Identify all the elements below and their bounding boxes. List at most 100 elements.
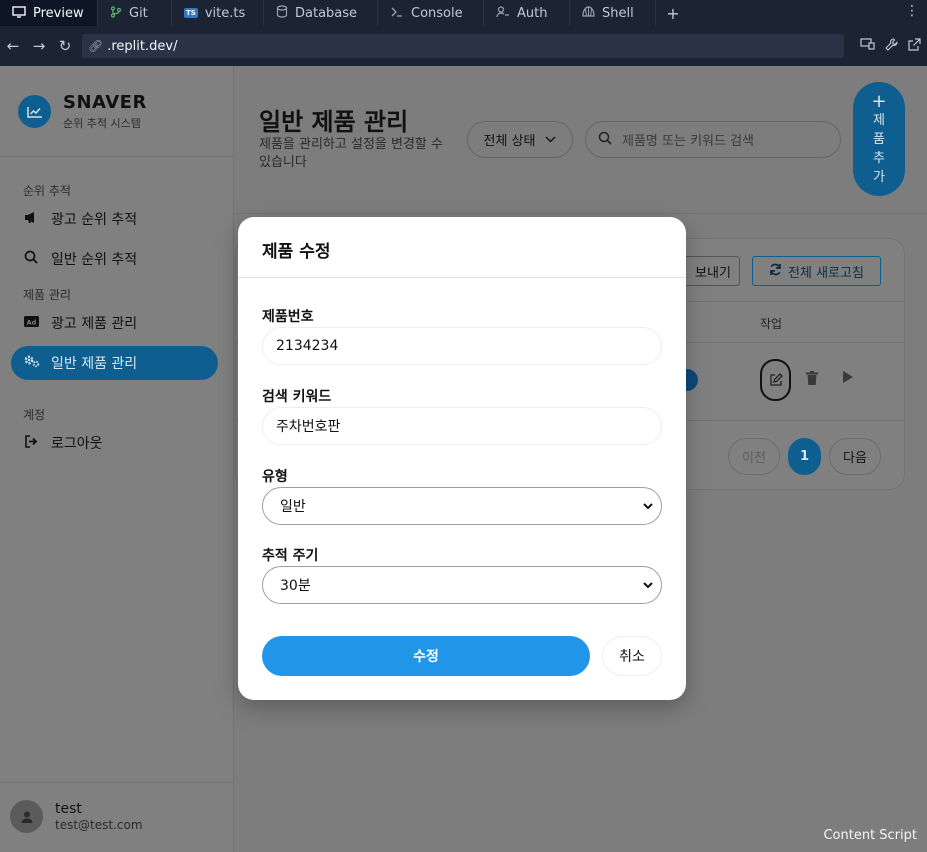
page-title: 일반 제품 관리 — [259, 108, 409, 136]
sidebar-item-label: 일반 순위 추적 — [51, 252, 138, 268]
section-account: 계정 — [23, 408, 46, 422]
user-name: test — [55, 801, 82, 817]
chevron-down-icon — [545, 132, 556, 147]
add-button-char: 제 — [873, 112, 885, 128]
brand: SNAVER 순위 추적 시스템 — [18, 92, 147, 131]
ide-tab-bar: Preview Git TS vite.ts Database Console … — [0, 0, 927, 26]
pagination-prev-button[interactable]: 이전 — [728, 438, 780, 475]
pagination-next-button[interactable]: 다음 — [829, 438, 881, 475]
user-profile: test test@test.com — [10, 800, 143, 833]
sidebar-item-general-rank[interactable]: 일반 순위 추적 — [11, 242, 218, 276]
search-placeholder: 제품명 또는 키워드 검색 — [622, 134, 754, 149]
add-button-char: 추 — [873, 150, 885, 166]
pagination-page-button[interactable]: 1 — [788, 438, 821, 475]
chart-line-icon — [18, 95, 51, 128]
search-input[interactable]: 제품명 또는 키워드 검색 — [585, 121, 841, 158]
interval-value: 30분 — [280, 578, 311, 594]
edit-product-modal: 제품 수정 제품번호 2134234 검색 키워드 주차번호판 유형 일반 추적… — [238, 217, 686, 700]
tab-console[interactable]: Console — [378, 0, 484, 26]
status-filter-select[interactable]: 전체 상태 — [467, 121, 573, 158]
user-key-icon — [496, 5, 510, 21]
new-tab-plus-icon[interactable]: + — [656, 4, 690, 23]
product-number-input[interactable]: 2134234 — [262, 327, 662, 365]
url-field[interactable]: 🔗︎ .replit.dev/ — [82, 34, 844, 58]
type-label: 유형 — [262, 469, 288, 485]
refresh-all-button[interactable]: 전체 새로고침 — [752, 256, 881, 286]
page-header: 일반 제품 관리 제품을 관리하고 설정을 변경할 수 있습니다 전체 상태 제… — [235, 66, 927, 214]
sidebar-item-general-products[interactable]: 일반 제품 관리 — [11, 346, 218, 380]
sidebar-item-ad-products[interactable]: Ad 광고 제품 관리 — [11, 306, 218, 340]
divider — [238, 277, 686, 278]
interval-select[interactable]: 30분 — [262, 566, 662, 604]
logout-icon — [23, 434, 39, 452]
brand-subtitle: 순위 추적 시스템 — [63, 117, 141, 130]
play-icon[interactable] — [842, 371, 853, 386]
url-tools — [860, 38, 921, 55]
keyword-label: 검색 키워드 — [262, 389, 332, 405]
database-icon — [276, 5, 288, 21]
chevron-down-icon — [642, 497, 654, 518]
content-script-label: Content Script — [823, 828, 917, 843]
page-description: 제품을 관리하고 설정을 변경할 수 있습니다 — [259, 137, 443, 170]
submit-button[interactable]: 수정 — [262, 636, 590, 676]
plus-icon: + — [871, 90, 887, 112]
terminal-icon — [390, 6, 404, 21]
tab-auth[interactable]: Auth — [484, 0, 570, 26]
divider — [0, 156, 234, 157]
modal-title: 제품 수정 — [262, 242, 331, 262]
column-header-action: 작업 — [760, 317, 783, 331]
section-rank-tracking: 순위 추적 — [23, 184, 71, 198]
tab-label: vite.ts — [204, 5, 246, 21]
add-button-char: 품 — [873, 131, 885, 147]
devices-icon[interactable] — [860, 38, 875, 55]
tab-label: Shell — [602, 5, 634, 21]
trash-icon[interactable] — [806, 371, 818, 389]
add-button-char: 가 — [873, 169, 885, 185]
gears-icon — [23, 354, 40, 372]
open-external-icon[interactable] — [908, 38, 921, 55]
sidebar: SNAVER 순위 추적 시스템 순위 추적 광고 순위 추적 일반 순위 추적… — [0, 66, 234, 852]
tab-vite-ts[interactable]: TS vite.ts — [172, 0, 264, 26]
type-select[interactable]: 일반 — [262, 487, 662, 525]
monitor-icon — [12, 5, 26, 21]
sidebar-item-label: 일반 제품 관리 — [51, 356, 138, 372]
tab-label: Preview — [33, 5, 84, 21]
link-icon: 🔗︎ — [88, 39, 104, 53]
keyword-value: 주차번호판 — [276, 419, 341, 435]
url-text: .replit.dev/ — [107, 38, 178, 54]
tab-database[interactable]: Database — [264, 0, 378, 26]
ad-icon: Ad — [23, 315, 39, 331]
type-value: 일반 — [280, 499, 306, 515]
sidebar-item-ad-rank[interactable]: 광고 순위 추적 — [11, 202, 218, 236]
wrench-icon[interactable] — [885, 38, 898, 55]
sidebar-item-label: 광고 순위 추적 — [51, 212, 138, 228]
tab-label: Git — [129, 5, 148, 21]
typescript-file-icon: TS — [184, 8, 198, 18]
url-bar: ← → ↻ 🔗︎ .replit.dev/ — [0, 26, 927, 66]
git-branch-icon — [110, 5, 122, 21]
sidebar-item-label: 로그아웃 — [51, 436, 103, 452]
tab-git[interactable]: Git — [98, 0, 172, 26]
product-number-value: 2134234 — [276, 338, 339, 354]
cancel-button[interactable]: 취소 — [602, 636, 662, 676]
back-arrow-icon[interactable]: ← — [0, 37, 26, 55]
refresh-label: 전체 새로고침 — [788, 265, 864, 281]
forward-arrow-icon[interactable]: → — [26, 37, 52, 55]
tab-preview[interactable]: Preview — [0, 0, 98, 26]
svg-text:Ad: Ad — [26, 318, 36, 326]
edit-icon[interactable] — [760, 359, 791, 401]
status-filter-value: 전체 상태 — [483, 134, 536, 149]
user-email: test@test.com — [55, 818, 143, 832]
more-vertical-icon[interactable]: ⋮ — [905, 3, 919, 19]
keyword-input[interactable]: 주차번호판 — [262, 407, 662, 445]
tab-shell[interactable]: Shell — [570, 0, 656, 26]
shell-icon — [582, 5, 595, 21]
row-status-badge — [684, 369, 698, 391]
section-product-management: 제품 관리 — [23, 288, 71, 302]
search-icon — [23, 250, 39, 268]
sidebar-item-logout[interactable]: 로그아웃 — [11, 426, 218, 460]
sidebar-item-label: 광고 제품 관리 — [51, 316, 138, 332]
refresh-icon — [769, 263, 782, 280]
add-product-button[interactable]: + 제 품 추 가 — [853, 82, 905, 196]
reload-icon[interactable]: ↻ — [52, 37, 78, 55]
